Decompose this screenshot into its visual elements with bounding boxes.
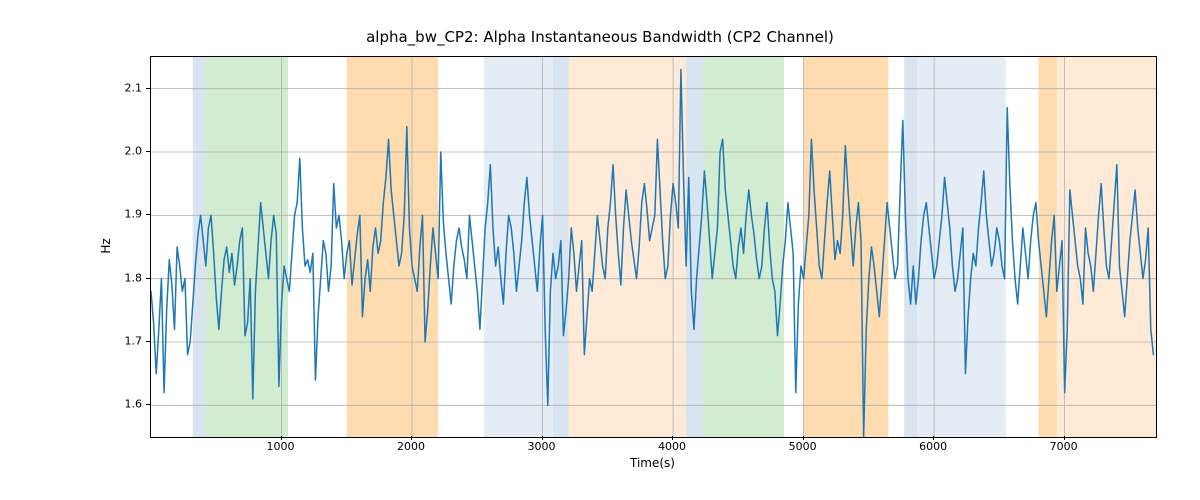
y-axis-label: Hz (99, 238, 113, 253)
y-tick-mark (146, 341, 150, 342)
y-tick-label: 1.9 (102, 208, 142, 221)
y-tick-label: 1.6 (102, 398, 142, 411)
x-tick-label: 5000 (789, 440, 817, 453)
x-tick-mark (1064, 436, 1065, 440)
y-tick-label: 2.0 (102, 145, 142, 158)
x-tick-mark (542, 436, 543, 440)
background-band (804, 57, 889, 437)
background-band (686, 57, 703, 437)
chart-figure: alpha_bw_CP2: Alpha Instantaneous Bandwi… (0, 0, 1200, 500)
x-tick-mark (281, 436, 282, 440)
y-tick-mark (146, 88, 150, 89)
x-tick-mark (672, 436, 673, 440)
y-tick-label: 2.1 (102, 81, 142, 94)
x-tick-label: 1000 (267, 440, 295, 453)
x-tick-mark (803, 436, 804, 440)
x-tick-label: 4000 (658, 440, 686, 453)
y-tick-mark (146, 404, 150, 405)
x-tick-label: 6000 (919, 440, 947, 453)
plot-svg (151, 57, 1156, 437)
y-tick-mark (146, 278, 150, 279)
plot-area (150, 56, 1157, 438)
x-tick-label: 2000 (397, 440, 425, 453)
background-band (1057, 57, 1156, 437)
x-tick-mark (933, 436, 934, 440)
y-tick-mark (146, 151, 150, 152)
y-tick-mark (146, 214, 150, 215)
x-tick-mark (411, 436, 412, 440)
background-band (1039, 57, 1057, 437)
y-tick-label: 1.7 (102, 335, 142, 348)
x-tick-label: 7000 (1050, 440, 1078, 453)
y-tick-label: 1.8 (102, 271, 142, 284)
x-axis-label: Time(s) (150, 456, 1155, 470)
background-bands (193, 57, 1156, 437)
chart-title: alpha_bw_CP2: Alpha Instantaneous Bandwi… (0, 28, 1200, 46)
x-tick-label: 3000 (528, 440, 556, 453)
background-band (206, 57, 288, 437)
